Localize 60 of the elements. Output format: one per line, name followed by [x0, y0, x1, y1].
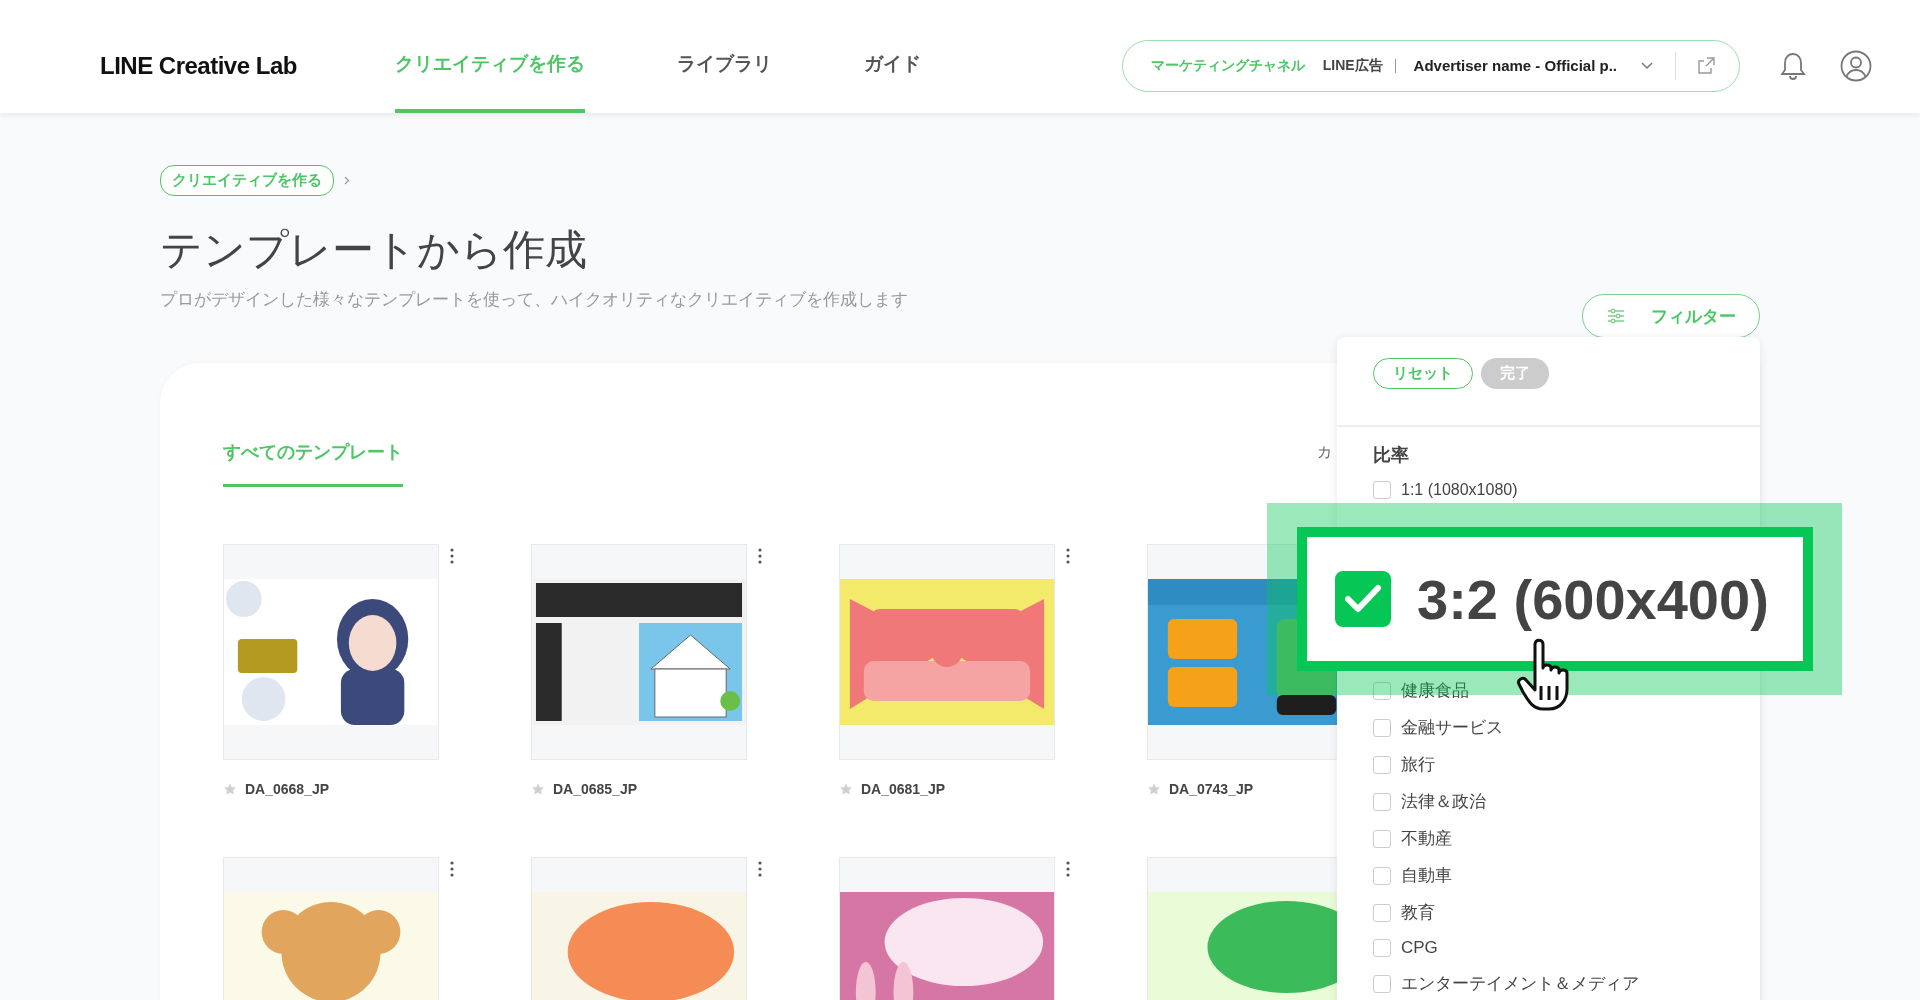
- checkbox[interactable]: [1373, 903, 1391, 922]
- user-icon[interactable]: [1840, 49, 1872, 82]
- logo[interactable]: LINE Creative Lab: [100, 51, 297, 80]
- option-label: エンターテイメント＆メディア: [1401, 973, 1639, 995]
- checkbox[interactable]: [1373, 974, 1391, 993]
- channel-name: LINE広告: [1322, 56, 1383, 75]
- star-icon[interactable]: [531, 782, 545, 796]
- option-label: 不動産: [1401, 828, 1452, 850]
- template-thumbnail[interactable]: [223, 544, 439, 760]
- option-label: 自動車: [1401, 865, 1452, 887]
- nav-tab[interactable]: ガイド: [863, 0, 921, 113]
- section-title: 比率: [1373, 444, 1410, 467]
- checkbox[interactable]: [1373, 829, 1391, 848]
- page-subtitle: プロがデザインした様々なテンプレートを使って、ハイクオリティなクリエイティブを作成します: [160, 289, 908, 311]
- sliders-icon: [1606, 308, 1625, 324]
- advertiser-name: Advertiser name - Official p..: [1413, 57, 1617, 74]
- chevron-right-icon: [344, 176, 350, 185]
- checkbox[interactable]: [1373, 681, 1391, 700]
- template-thumbnail[interactable]: [839, 544, 1055, 760]
- checkbox[interactable]: [1373, 755, 1391, 774]
- option-label: 金融サービス: [1401, 717, 1503, 739]
- option-label: 3:2 (600x400): [1417, 566, 1769, 632]
- more-options-icon[interactable]: [450, 548, 454, 564]
- star-icon[interactable]: [223, 782, 237, 796]
- option-label: 旅行: [1401, 754, 1435, 776]
- check-icon: [1344, 584, 1382, 614]
- channel-label: マーケティングチャネル: [1150, 56, 1305, 75]
- option-label: 1:1 (1080x1080): [1401, 481, 1518, 499]
- option-label: 教育: [1401, 902, 1435, 924]
- more-options-icon[interactable]: [1066, 548, 1070, 564]
- more-options-icon[interactable]: [758, 548, 762, 564]
- template-name: DA_0685_JP: [553, 781, 638, 797]
- chevron-down-icon[interactable]: [1641, 61, 1653, 70]
- breadcrumb-link[interactable]: クリエイティブを作る: [160, 165, 334, 196]
- reset-button[interactable]: リセット: [1373, 358, 1473, 389]
- more-options-icon[interactable]: [1066, 861, 1070, 877]
- checkbox[interactable]: [1373, 481, 1391, 499]
- filter-button[interactable]: フィルター: [1582, 294, 1760, 338]
- star-icon[interactable]: [839, 782, 853, 796]
- page-title: テンプレートから作成: [160, 225, 588, 275]
- checkbox[interactable]: [1373, 792, 1391, 811]
- template-name: DA_0681_JP: [861, 781, 946, 797]
- template-name: DA_0668_JP: [245, 781, 330, 797]
- option-label: CPG: [1401, 938, 1438, 958]
- star-icon[interactable]: [1147, 782, 1161, 796]
- bell-icon[interactable]: [1780, 51, 1806, 80]
- external-link-icon[interactable]: [1698, 57, 1715, 74]
- template-name: DA_0743_JP: [1169, 781, 1254, 797]
- more-options-icon[interactable]: [450, 861, 454, 877]
- template-thumbnail[interactable]: [531, 544, 747, 760]
- checkbox[interactable]: [1373, 939, 1391, 957]
- option-label: 法律＆政治: [1401, 791, 1486, 813]
- nav-tab[interactable]: ライブラリ: [676, 0, 772, 113]
- more-options-icon[interactable]: [758, 861, 762, 877]
- checkbox[interactable]: [1373, 866, 1391, 885]
- checkbox[interactable]: [1335, 571, 1391, 627]
- tab[interactable]: すべてのテンプレート: [223, 440, 403, 487]
- nav-tab[interactable]: クリエイティブを作る: [394, 0, 585, 113]
- checkbox[interactable]: [1373, 718, 1391, 737]
- column-label: カ: [1317, 443, 1332, 462]
